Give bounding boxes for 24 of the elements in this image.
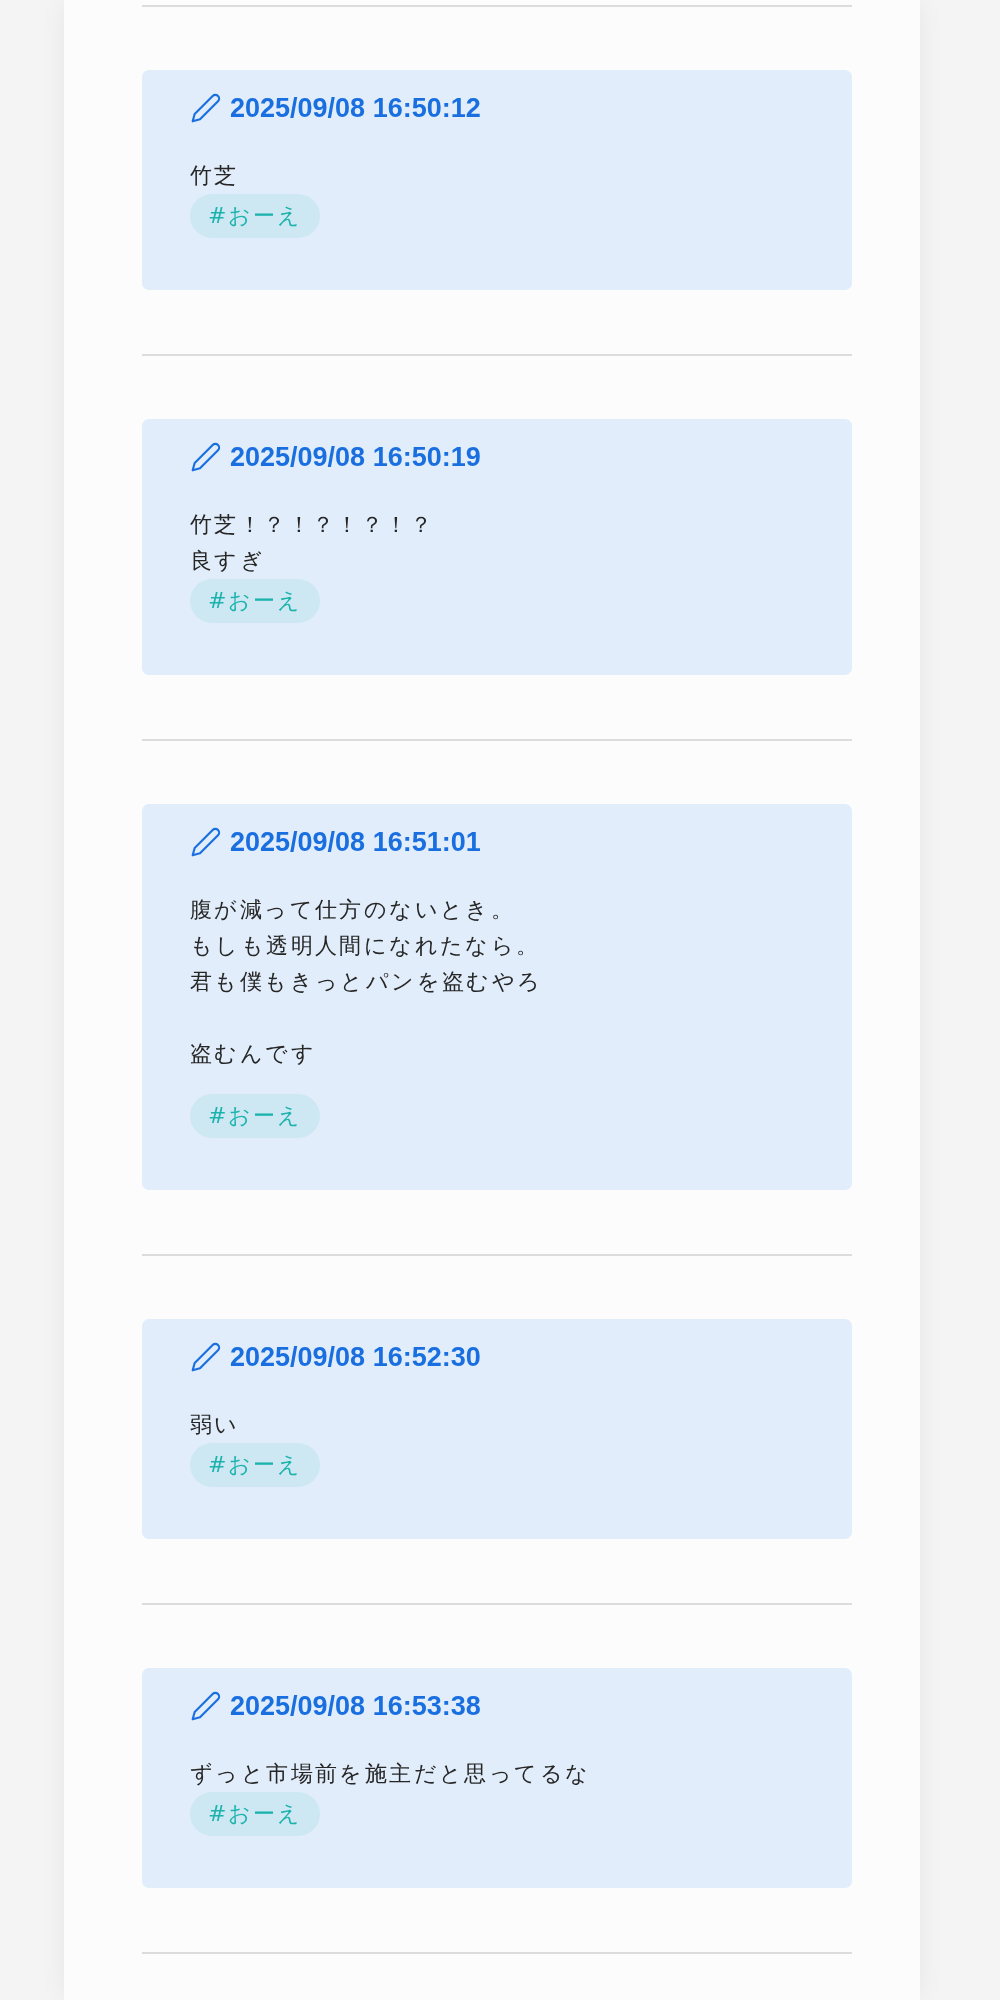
post-text-line: 竹芝 (190, 162, 239, 190)
pencil-icon (190, 826, 222, 858)
post-text-line: もしも透明人間になれたなら。 (190, 932, 541, 960)
post-text-line: 竹芝！？！？！？！？ (190, 511, 434, 539)
post-timestamp: 2025/09/08 16:50:12 (230, 92, 481, 124)
hashtag[interactable]: #おーえ (190, 194, 321, 238)
post-timestamp: 2025/09/08 16:53:38 (230, 1690, 481, 1722)
post-text-line: ずっと市場前を施主だと思ってるな (190, 1760, 591, 1788)
hashtag[interactable]: #おーえ (190, 1094, 321, 1138)
pencil-icon (190, 441, 222, 473)
hashtag[interactable]: #おーえ (190, 1792, 321, 1836)
post-timestamp: 2025/09/08 16:52:30 (230, 1341, 481, 1373)
post-text-line: 盗むんです (190, 1040, 316, 1068)
post-text-line: 腹が減って仕方のないとき。 (190, 896, 516, 924)
post-timestamp: 2025/09/08 16:50:19 (230, 441, 481, 473)
pencil-icon (190, 1341, 222, 1373)
post-text-line: 良すぎ (190, 547, 266, 575)
hashtag[interactable]: #おーえ (190, 579, 321, 623)
post-text-line: 弱い (190, 1411, 240, 1439)
post-text-line: 君も僕もきっとパンを盗むやろ (190, 968, 543, 996)
post-timestamp: 2025/09/08 16:51:01 (230, 826, 481, 858)
pencil-icon (190, 1690, 222, 1722)
hashtag[interactable]: #おーえ (190, 1443, 321, 1487)
pencil-icon (190, 92, 222, 124)
